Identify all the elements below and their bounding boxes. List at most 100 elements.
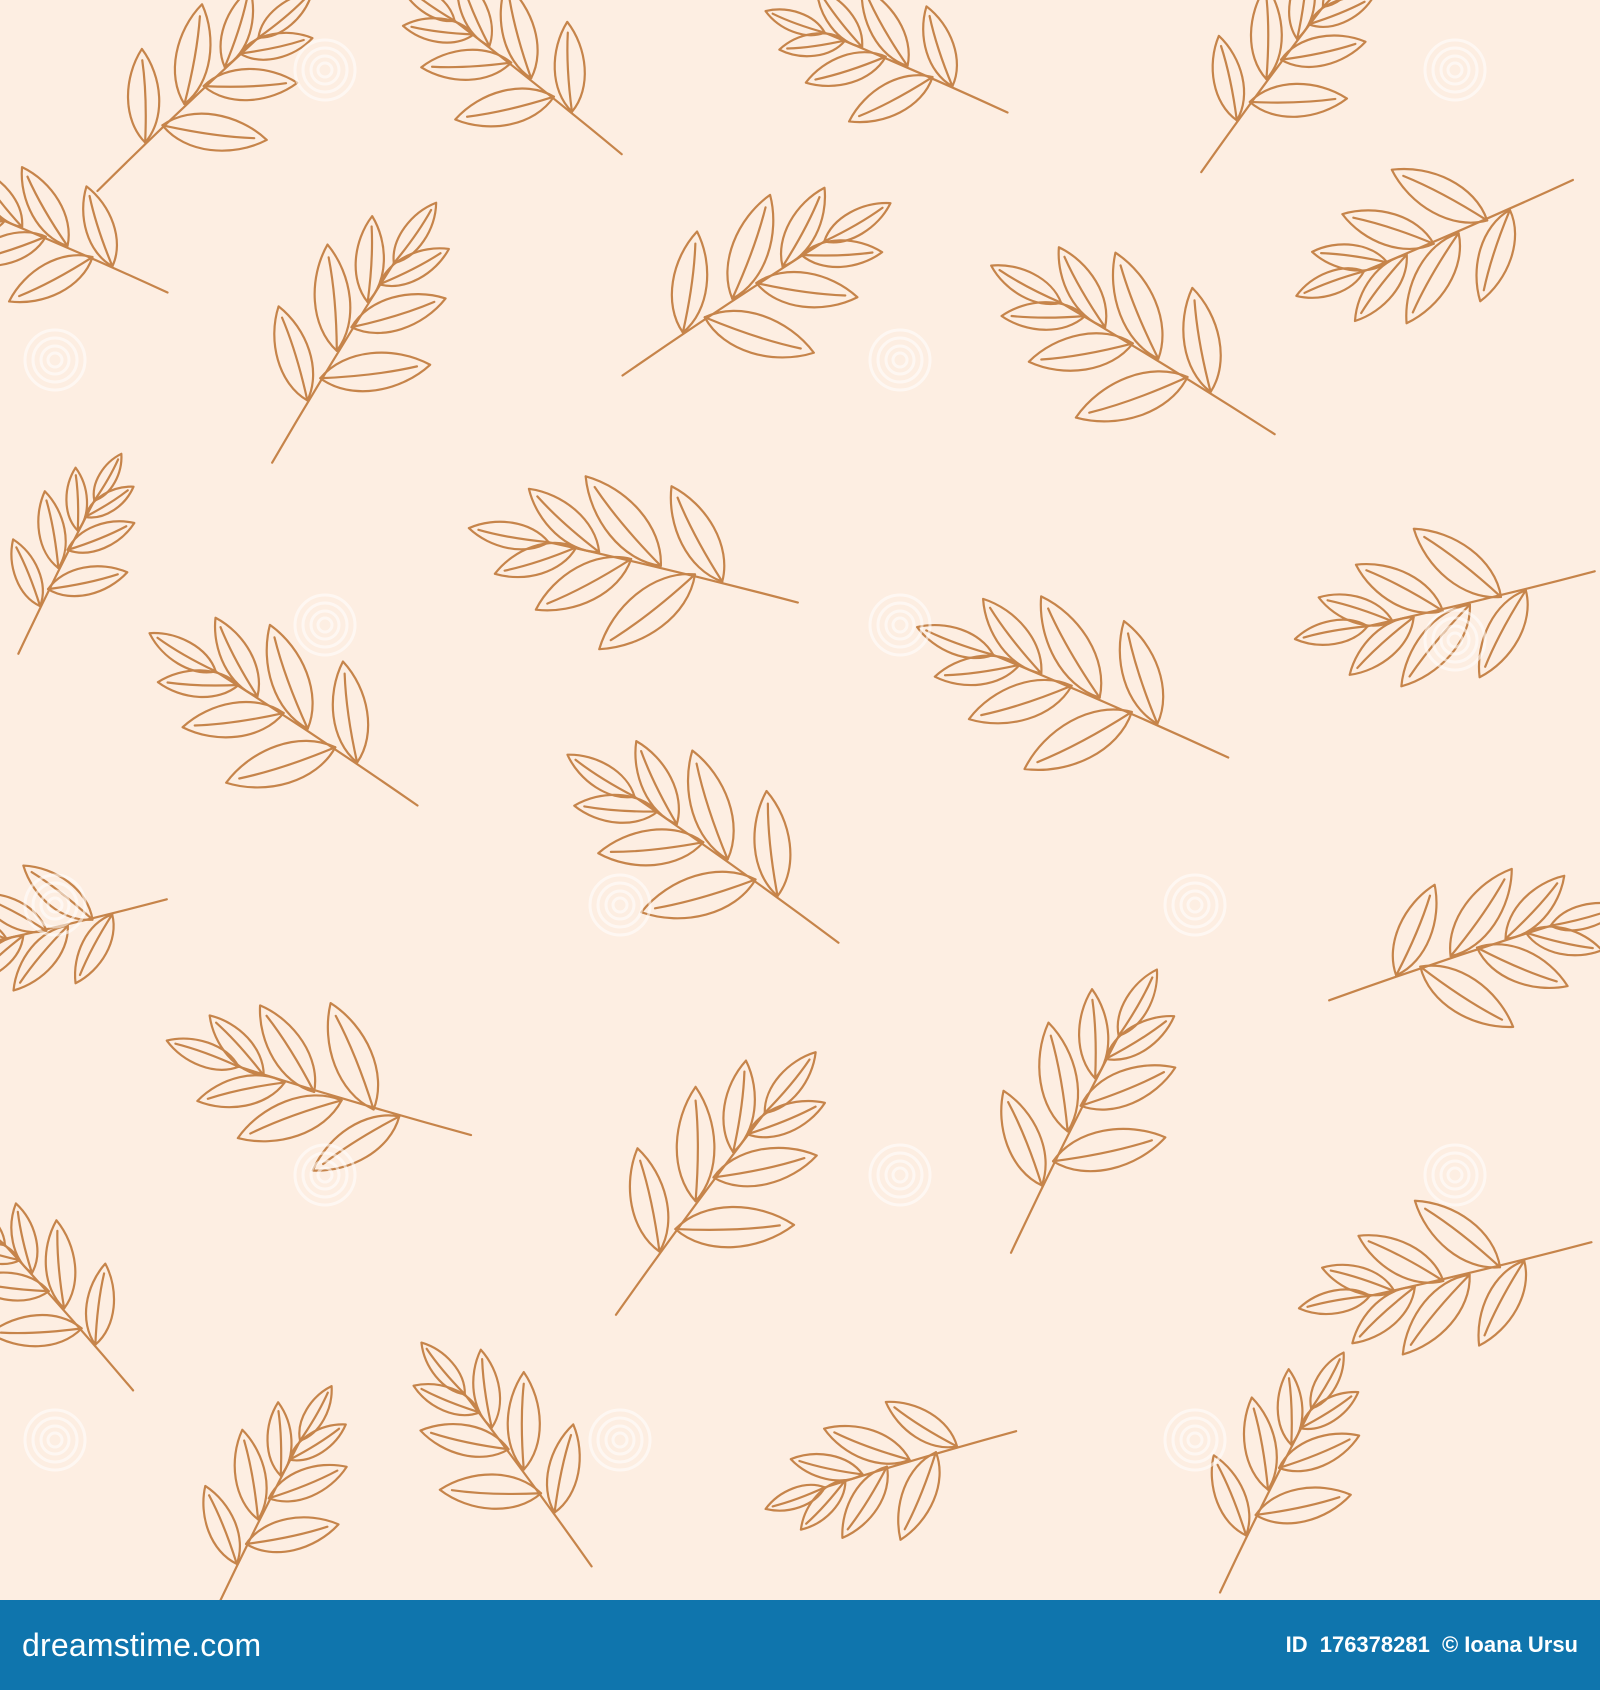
leaf-outline	[1297, 1288, 1371, 1315]
leaf-outline	[1354, 562, 1444, 614]
leaf-outline	[1248, 82, 1349, 118]
leaf-outline	[219, 0, 255, 69]
spiral-watermark	[1163, 1408, 1227, 1472]
leaf-outline	[634, 740, 680, 826]
leaf-outline	[712, 1146, 818, 1188]
leaf-outline	[1477, 1259, 1528, 1347]
dreamstime-logo: dreamstime.com	[22, 1626, 262, 1663]
leaf-outline	[884, 1400, 959, 1449]
leaf-outline	[73, 913, 115, 985]
leaf-outline	[1116, 968, 1159, 1037]
leaf-outline	[65, 466, 89, 532]
leaf-branch	[614, 1051, 826, 1316]
spiral-watermark	[588, 873, 652, 937]
leaf-outline	[0, 231, 47, 267]
leaf-outline	[1475, 208, 1517, 303]
leaf-branch	[764, 1400, 1018, 1541]
leaf-outline	[674, 1205, 796, 1249]
leaf-outline	[267, 1463, 348, 1503]
leaf-outline	[378, 247, 450, 287]
leaf-outline	[181, 700, 285, 739]
spiral-watermark	[23, 1408, 87, 1472]
leaf-outline	[0, 168, 24, 229]
leaf-outline	[1419, 964, 1515, 1029]
branch-stem	[821, 30, 1009, 114]
spiral-watermark	[293, 38, 357, 102]
branch-stem	[821, 1430, 1018, 1490]
leaf-outline	[7, 254, 94, 304]
leaf-outline	[1309, 1351, 1345, 1410]
leaf-outline	[628, 1147, 670, 1253]
leaf-branch	[1000, 968, 1177, 1254]
branch-stem	[235, 1064, 473, 1137]
spiral-watermark	[1163, 873, 1227, 937]
leaf-outline	[298, 1385, 333, 1442]
watermark-footer: dreamstime.com ID 176378281 © Ioana Ursu	[0, 1600, 1600, 1690]
leaf-outline	[258, 1004, 317, 1094]
leaf-branch	[1295, 167, 1574, 325]
leaf-outline	[566, 753, 636, 799]
leaf-outline	[1341, 209, 1435, 251]
leaf-branch	[148, 616, 419, 807]
leaf-pattern-canvas	[0, 0, 1600, 1600]
leaf-branch	[271, 201, 450, 464]
leaf-outline	[1293, 618, 1369, 646]
spiral-watermark	[23, 873, 87, 937]
leaf-outline	[922, 5, 958, 88]
leaf-outline	[703, 309, 815, 359]
leaf-outline	[763, 1051, 817, 1115]
author-name: © Ioana Ursu	[1441, 1632, 1578, 1657]
leaf-outline	[860, 0, 910, 68]
leaf-outline	[1277, 1432, 1361, 1473]
leaf-outline	[1390, 167, 1489, 224]
leaf-outline	[225, 739, 337, 789]
id-label: ID	[1285, 1632, 1308, 1657]
leaf-outline	[420, 48, 513, 81]
leaf-outline	[326, 1001, 380, 1111]
leaf-outline	[1023, 708, 1133, 771]
leaf-branch	[202, 1385, 348, 1600]
branch-stem	[96, 35, 262, 193]
spiral-watermark	[868, 1143, 932, 1207]
spiral-watermark	[868, 593, 932, 657]
id-value: 176378281	[1319, 1632, 1430, 1657]
spiral-watermark	[1423, 1143, 1487, 1207]
leaf-outline	[1295, 267, 1366, 299]
branch-stem	[1057, 300, 1276, 436]
leaf-outline	[545, 1423, 581, 1514]
leaf-outline	[755, 270, 859, 309]
leaf-outline	[0, 1200, 7, 1247]
leaf-outline	[44, 1219, 77, 1310]
leaf-outline	[472, 1348, 502, 1429]
leaf-outline	[257, 0, 314, 39]
leaf-branch	[398, 0, 623, 156]
leaf-branch	[621, 186, 892, 377]
leaf-outline	[288, 1423, 347, 1462]
leaf-outline	[847, 74, 934, 124]
leaf-outline	[764, 8, 826, 37]
leaf-outline	[82, 185, 118, 268]
leaf-outline	[213, 616, 260, 698]
leaf-outline	[506, 1370, 541, 1471]
leaf-outline	[156, 669, 240, 699]
leaf-outline	[438, 1473, 543, 1510]
leaf-outline	[202, 67, 299, 102]
leaf-outline	[1288, 0, 1316, 41]
stock-image-frame: dreamstime.com ID 176378281 © Ioana Ursu	[0, 0, 1600, 1690]
leaf-branch	[990, 246, 1276, 436]
spiral-watermark	[588, 1408, 652, 1472]
leaf-outline	[675, 1085, 716, 1203]
leaf-branch	[1293, 527, 1596, 688]
branch-stem	[631, 794, 840, 944]
leaf-branch	[1328, 867, 1600, 1029]
leaf-outline	[319, 351, 432, 393]
branch-stem	[462, 1391, 593, 1568]
leaf-outline	[933, 654, 1021, 687]
leaf-outline	[1118, 619, 1165, 725]
spiral-watermark	[1423, 38, 1487, 102]
leaf-outline	[1057, 246, 1108, 329]
leaf-outline	[208, 1014, 265, 1077]
leaf-outline	[196, 1074, 286, 1109]
leaf-outline	[1027, 332, 1134, 372]
leaf-outline	[669, 485, 726, 583]
